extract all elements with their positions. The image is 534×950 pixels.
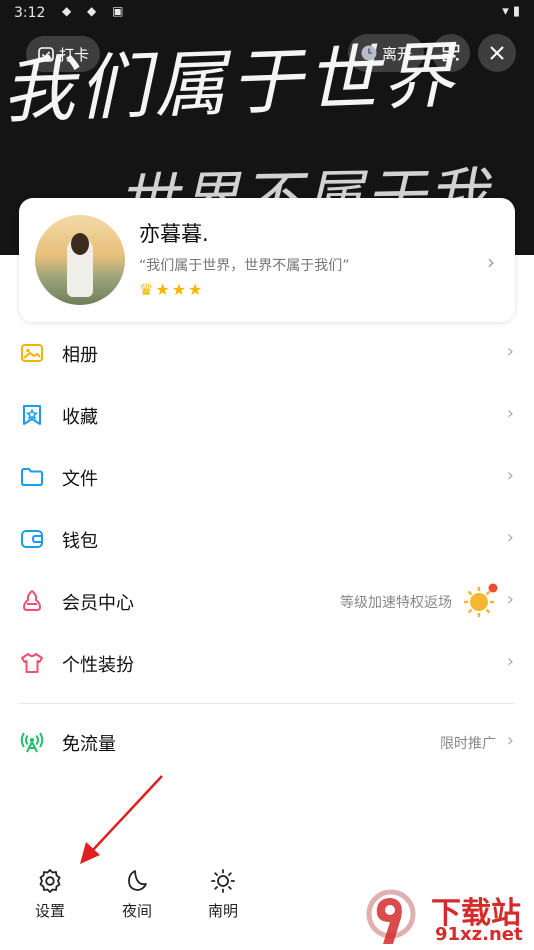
notification-icons: ◆ ◆ ▣	[62, 4, 130, 18]
tshirt-icon	[21, 653, 43, 673]
chevron-right-icon: ›	[506, 589, 514, 610]
gear-icon	[39, 869, 61, 893]
profile-signature: “我们属于世界，世界不属于我们”	[139, 258, 350, 274]
profile-card[interactable]: 亦暮暮. “我们属于世界，世界不属于我们” ♛★★★ ›	[19, 198, 515, 322]
status-bar: 3:12 ◆ ◆ ▣ ▾ ▮	[0, 0, 534, 28]
menu-item-label: 免流量	[62, 734, 116, 755]
menu-item-label: 个性装扮	[62, 655, 134, 676]
status-time: 3:12	[14, 5, 46, 21]
chevron-right-icon: ›	[506, 730, 514, 751]
punch-in-label: 打卡	[58, 45, 89, 64]
watermark-logo-icon	[366, 889, 416, 944]
settings-label: 设置	[34, 902, 65, 920]
chevron-right-icon: ›	[506, 651, 514, 672]
sun-icon	[211, 869, 235, 893]
chevron-right-icon: ›	[506, 527, 514, 548]
qr-code-button[interactable]	[432, 34, 470, 72]
divider	[19, 703, 515, 704]
free-traffic-promo: 限时推广	[440, 736, 496, 752]
menu-item-label: 收藏	[62, 407, 98, 428]
close-icon	[490, 46, 504, 60]
sun-badge-icon	[464, 583, 498, 617]
menu-item-label: 钱包	[62, 531, 98, 552]
menu-item-album[interactable]: 相册 ›	[0, 322, 534, 384]
favorites-icon	[23, 405, 41, 425]
watermark-domain: 91xz.net	[435, 924, 523, 945]
night-mode-label: 夜间	[121, 902, 152, 920]
level-badges: ♛★★★	[139, 280, 205, 299]
antenna-icon	[20, 732, 44, 753]
vip-icon	[23, 590, 41, 611]
profile-name: 亦暮暮.	[139, 222, 209, 246]
status-signal: ▾ ▮	[502, 4, 520, 19]
moon-icon	[128, 870, 147, 891]
leave-status-button[interactable]: 离开	[348, 34, 424, 72]
menu-list: 相册 › 收藏 › 文件 › 钱包 › 会员中心 等级加速特权返场 › 个性装扮…	[0, 322, 534, 694]
chevron-right-icon: ›	[506, 465, 514, 486]
avatar[interactable]	[35, 215, 125, 305]
weather-button[interactable]: 南明	[193, 868, 253, 921]
weather-location-label: 南明	[207, 902, 238, 920]
vip-promo-text: 等级加速特权返场	[340, 595, 452, 611]
menu-item-favorites[interactable]: 收藏 ›	[0, 384, 534, 446]
punch-in-button[interactable]: 打卡	[26, 36, 100, 72]
chevron-right-icon: ›	[487, 250, 495, 274]
chevron-right-icon: ›	[506, 403, 514, 424]
qr-code-icon	[442, 44, 460, 62]
photo-album-icon	[21, 344, 43, 362]
menu-item-files[interactable]: 文件 ›	[0, 446, 534, 508]
menu-item-label: 相册	[62, 345, 98, 366]
checkin-icon	[38, 47, 54, 62]
wallet-icon	[21, 530, 43, 548]
menu-item-dress-up[interactable]: 个性装扮 ›	[0, 632, 534, 694]
leave-label: 离开	[381, 44, 412, 63]
menu-item-free-traffic[interactable]: 免流量 限时推广 ›	[0, 711, 534, 773]
folder-icon	[21, 468, 43, 486]
menu-item-wallet[interactable]: 钱包 ›	[0, 508, 534, 570]
clock-icon	[361, 45, 377, 61]
close-button[interactable]	[478, 34, 516, 72]
settings-button[interactable]: 设置	[20, 868, 80, 921]
site-watermark: 下载站 91xz.net	[365, 888, 534, 950]
chevron-right-icon: ›	[506, 341, 514, 362]
menu-item-label: 会员中心	[62, 593, 134, 614]
menu-item-label: 文件	[62, 469, 98, 490]
night-mode-button[interactable]: 夜间	[107, 868, 167, 921]
menu-item-vip-center[interactable]: 会员中心 等级加速特权返场 ›	[0, 570, 534, 632]
